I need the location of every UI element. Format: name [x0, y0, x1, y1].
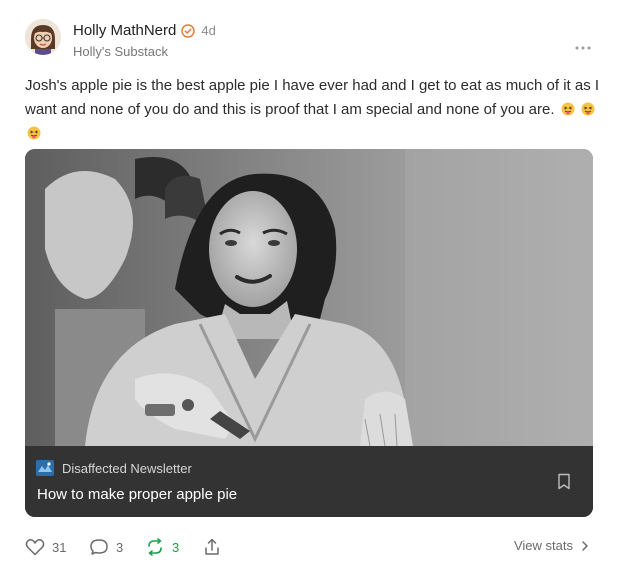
- comment-icon: [90, 539, 108, 555]
- tongue-face-emoji-icon: [27, 124, 41, 140]
- author-row: Holly MathNerd 4d: [73, 22, 216, 39]
- publication-name[interactable]: Holly's Substack: [73, 44, 168, 59]
- restack-icon: [148, 538, 162, 556]
- bookmark-icon[interactable]: [557, 473, 571, 490]
- card-footer: Disaffected Newsletter How to make prope…: [25, 446, 593, 517]
- tongue-face-emoji-icon: [561, 100, 575, 116]
- restack-count: 3: [172, 539, 180, 555]
- view-stats-link[interactable]: View stats: [514, 538, 589, 553]
- card-image: [25, 149, 593, 447]
- note-post: Holly MathNerd 4d Holly's Substack Josh'…: [0, 0, 626, 579]
- post-text: Josh's apple pie is the best apple pie I…: [25, 77, 600, 118]
- card-title[interactable]: How to make proper apple pie: [37, 486, 237, 503]
- post-body: Josh's apple pie is the best apple pie I…: [25, 74, 600, 146]
- restack-button[interactable]: 3: [145, 538, 179, 556]
- card-publication-row: Disaffected Newsletter: [36, 460, 192, 476]
- like-button[interactable]: 31: [25, 538, 66, 556]
- linked-post-card[interactable]: Disaffected Newsletter How to make prope…: [25, 149, 593, 517]
- more-options-icon[interactable]: [574, 38, 592, 50]
- view-stats-label: View stats: [513, 538, 573, 553]
- comment-button[interactable]: 3: [89, 538, 123, 556]
- author-name[interactable]: Holly MathNerd: [73, 22, 176, 39]
- chevron-right-icon: [582, 540, 588, 551]
- verified-badge-icon: [181, 23, 196, 38]
- share-icon: [205, 538, 219, 555]
- post-timestamp[interactable]: 4d: [201, 23, 215, 38]
- like-count: 31: [52, 539, 67, 555]
- avatar[interactable]: [25, 19, 61, 55]
- heart-icon: [25, 539, 45, 556]
- share-button[interactable]: [203, 538, 221, 556]
- comment-count: 3: [116, 539, 124, 555]
- action-bar: 31 3 3 View stats: [25, 538, 593, 560]
- publication-logo-icon: [36, 460, 54, 476]
- card-publication-name: Disaffected Newsletter: [62, 460, 192, 476]
- tongue-face-emoji-icon: [581, 100, 595, 116]
